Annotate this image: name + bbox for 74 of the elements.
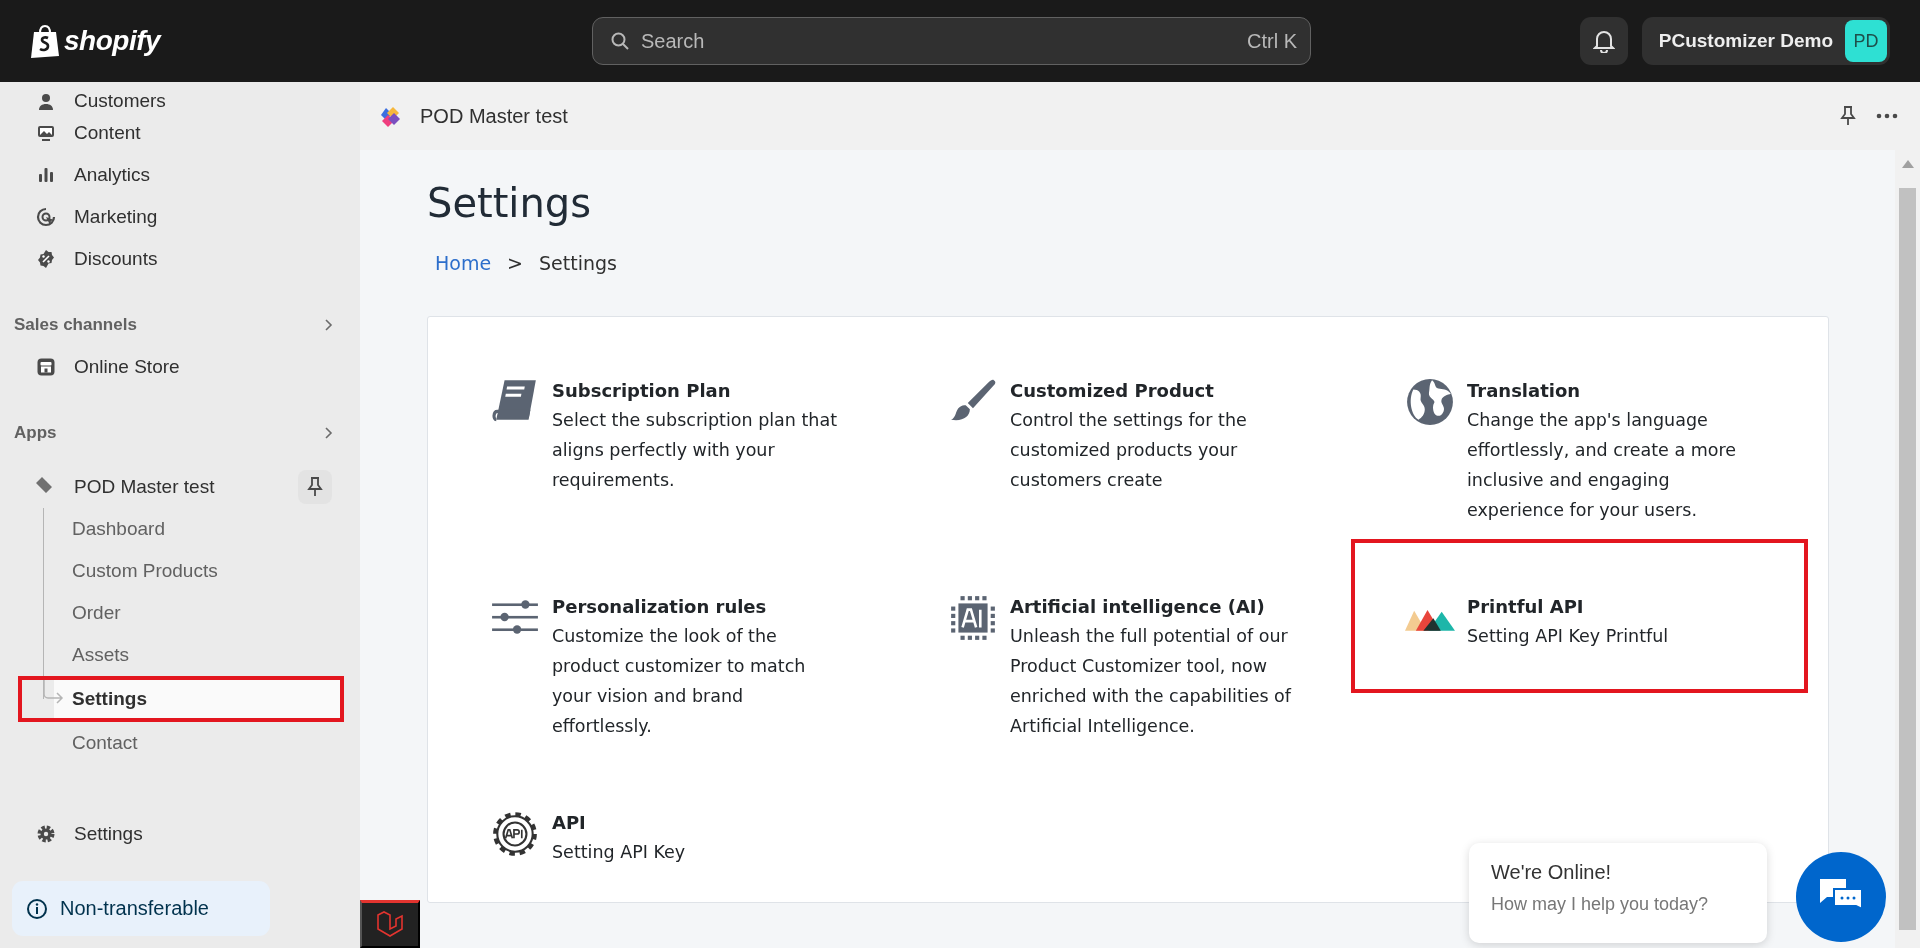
keyboard-shortcut: Ctrl K bbox=[1247, 30, 1297, 53]
option-description: Unleash the full potential of our Product Customizer tool, now enriched with the capabilities of Artificial Intelligence. bbox=[1010, 625, 1293, 738]
store-icon bbox=[36, 357, 56, 377]
sidebar-item[interactable]: Customers bbox=[0, 82, 360, 112]
settings-option[interactable]: Artificial intelligence (AI) Unleash the full potential of our Product Customizer tool, now enriched with the capabilities of Artificial Intelligence. bbox=[894, 539, 1351, 781]
info-icon bbox=[26, 897, 48, 920]
option-description: Control the settings for the customized products your customers create bbox=[1010, 409, 1248, 492]
store-avatar: PD bbox=[1845, 20, 1887, 62]
option-title: Customized Product bbox=[1010, 379, 1215, 403]
ai-chip-icon bbox=[948, 593, 998, 643]
option-title: Translation bbox=[1467, 379, 1582, 403]
option-description: Change the app's language effortlessly, and create a more inclusive and engaging experience for your users. bbox=[1467, 409, 1737, 522]
section-header[interactable]: Apps bbox=[0, 412, 360, 454]
sidebar-item[interactable]: Online Store bbox=[0, 346, 360, 388]
debug-toggle-button[interactable] bbox=[360, 900, 420, 948]
notifications-button[interactable] bbox=[1579, 17, 1628, 65]
sidebar-subitem[interactable]: Contact bbox=[54, 722, 344, 764]
sidebar-item[interactable]: Marketing bbox=[0, 196, 360, 238]
sidebar-subitem[interactable]: Settings bbox=[54, 680, 340, 718]
shopping-bag-logo-icon bbox=[30, 24, 60, 58]
mountains-logo-icon bbox=[1405, 607, 1455, 633]
globe-icon bbox=[1405, 377, 1455, 427]
notice-text: Non-transferable bbox=[60, 897, 209, 920]
chat-subtitle: How may I help you today? bbox=[1491, 894, 1710, 915]
pin-icon bbox=[1838, 105, 1858, 127]
scrollbar-thumb[interactable] bbox=[1899, 188, 1916, 930]
option-title: Artificial intelligence (AI) bbox=[1010, 595, 1266, 619]
notice-banner[interactable]: Non-transferable bbox=[12, 881, 270, 936]
sidebar-item[interactable]: Discounts bbox=[0, 238, 360, 280]
sidebar-item[interactable]: Settings bbox=[0, 813, 360, 855]
person-icon bbox=[36, 92, 56, 112]
sidebar-app-name[interactable]: POD Master test bbox=[74, 476, 215, 498]
option-title: Subscription Plan bbox=[552, 379, 732, 403]
option-title: API bbox=[552, 811, 587, 835]
target-cursor-icon bbox=[36, 207, 56, 227]
breadcrumb-link[interactable]: Home bbox=[435, 252, 492, 274]
settings-option[interactable]: Printful API Setting API Key Printful bbox=[1351, 539, 1808, 693]
pin-icon bbox=[305, 476, 325, 498]
breadcrumb-separator: > bbox=[507, 252, 524, 274]
sidebar-subitem[interactable]: Dashboard bbox=[54, 508, 344, 550]
app-title: POD Master test bbox=[420, 104, 568, 128]
sidebar-subitem[interactable]: Order bbox=[54, 592, 344, 634]
section-header[interactable]: Sales channels bbox=[0, 304, 360, 346]
api-gear-icon bbox=[490, 809, 540, 859]
chat-title: We're Online! bbox=[1491, 861, 1613, 884]
option-title: Personalization rules bbox=[552, 595, 768, 619]
sidebar-subitem[interactable]: Assets bbox=[54, 634, 344, 676]
discount-badge-icon bbox=[36, 249, 56, 269]
chat-popup[interactable]: We're Online! How may I help you today? bbox=[1469, 843, 1767, 943]
option-description: Setting API Key Printful bbox=[1467, 625, 1669, 648]
cube-logo-icon bbox=[375, 909, 405, 940]
chevron-right-icon bbox=[322, 318, 334, 332]
bell-icon bbox=[1592, 29, 1615, 53]
bar-chart-icon bbox=[36, 165, 56, 185]
breadcrumb-current: Settings bbox=[539, 252, 617, 274]
chevron-right-icon bbox=[322, 426, 334, 440]
sidebar-item[interactable]: Content bbox=[0, 112, 360, 154]
sidebar-item[interactable]: Analytics bbox=[0, 154, 360, 196]
store-menu-button[interactable]: PCustomizer Demo PD bbox=[1641, 17, 1890, 65]
settings-option[interactable]: Subscription Plan Select the subscription plan that aligns perfectly with your requirements. bbox=[436, 323, 894, 535]
option-description: Select the subscription plan that aligns perfectly with your requirements. bbox=[552, 409, 839, 492]
option-description: Customize the look of the product customizer to match your vision and brand effortlessly. bbox=[552, 625, 807, 738]
settings-option[interactable]: Customized Product Control the settings for the customized products your customers create bbox=[894, 323, 1351, 535]
shopify-logo-text[interactable]: shopify bbox=[64, 25, 161, 57]
option-description: Setting API Key bbox=[552, 841, 686, 864]
pin-button[interactable] bbox=[298, 470, 332, 504]
settings-icon bbox=[36, 824, 56, 844]
scrollbar[interactable] bbox=[1895, 150, 1920, 948]
search-icon bbox=[610, 31, 630, 51]
image-icon bbox=[36, 123, 56, 143]
page-title: Settings bbox=[427, 180, 593, 226]
arrow-icon bbox=[43, 680, 65, 706]
sidebar-subitem[interactable]: Custom Products bbox=[54, 550, 344, 592]
option-title: Printful API bbox=[1467, 595, 1585, 619]
